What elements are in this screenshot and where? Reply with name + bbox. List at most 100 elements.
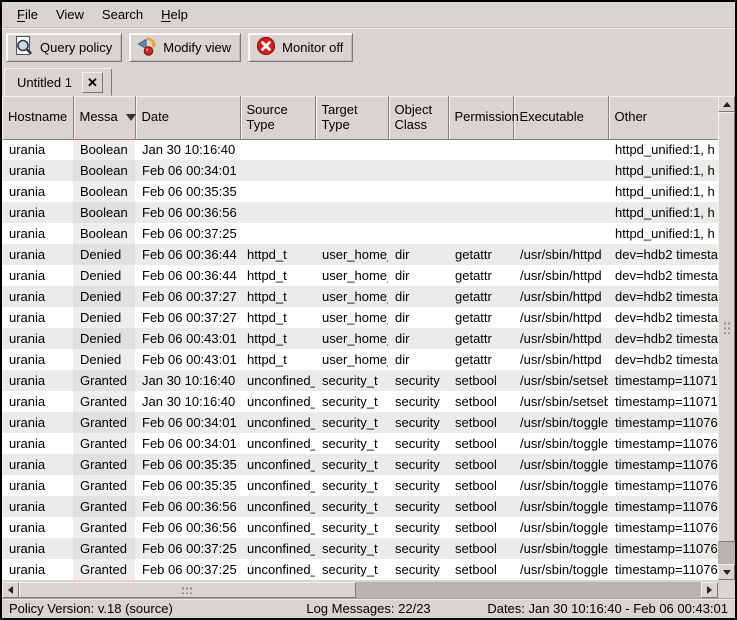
policy-version-status: Policy Version: v.18 (source) — [9, 601, 306, 616]
scroll-right-button[interactable] — [701, 582, 718, 598]
column-header-hostname[interactable]: Hostname — [2, 96, 73, 139]
column-label: Messa — [80, 109, 118, 125]
menu-search[interactable]: Search — [93, 4, 152, 25]
log-row[interactable]: uraniaDeniedFeb 06 00:37:27httpd_tuser_h… — [2, 286, 718, 307]
cell-hostname: urania — [2, 202, 73, 223]
scroll-down-button[interactable] — [718, 564, 735, 580]
cell-message: Denied — [73, 286, 135, 307]
cell-other: timestamp=11076 — [608, 538, 718, 559]
cell-hostname: urania — [2, 286, 73, 307]
column-label: Target Type — [322, 102, 358, 133]
cell-target_type: security_t — [315, 433, 388, 454]
cell-message: Boolean — [73, 160, 135, 181]
cell-object_class: security — [388, 559, 448, 580]
scroll-left-button[interactable] — [2, 582, 19, 598]
log-row[interactable]: uraniaGrantedFeb 06 00:35:35unconfined_s… — [2, 454, 718, 475]
log-row[interactable]: uraniaBooleanFeb 06 00:37:25httpd_unifie… — [2, 223, 718, 244]
log-row[interactable]: uraniaDeniedFeb 06 00:43:01httpd_tuser_h… — [2, 328, 718, 349]
vertical-scrollbar-track[interactable] — [718, 112, 735, 564]
close-icon: ✕ — [87, 76, 98, 89]
log-row[interactable]: uraniaGrantedFeb 06 00:36:56unconfined_s… — [2, 517, 718, 538]
log-row[interactable]: uraniaBooleanFeb 06 00:36:56httpd_unifie… — [2, 202, 718, 223]
horizontal-scrollbar-track[interactable] — [19, 582, 701, 598]
modify-view-label: Modify view — [163, 40, 231, 55]
cell-source_type — [240, 160, 315, 181]
cell-target_type: user_home_ — [315, 244, 388, 265]
log-row[interactable]: uraniaGrantedFeb 06 00:34:01unconfined_s… — [2, 412, 718, 433]
cell-object_class: security — [388, 475, 448, 496]
cell-hostname: urania — [2, 307, 73, 328]
log-row[interactable]: uraniaBooleanJan 30 10:16:40httpd_unifie… — [2, 139, 718, 160]
tab-untitled-1[interactable]: Untitled 1 ✕ — [4, 68, 112, 96]
menu-view[interactable]: View — [47, 4, 93, 25]
column-header-target-type[interactable]: Target Type — [315, 96, 388, 139]
menu-help[interactable]: Help — [152, 4, 197, 25]
cell-other: httpd_unified:1, h — [608, 223, 718, 244]
cell-source_type: unconfined_ — [240, 559, 315, 580]
cell-other: timestamp=11076 — [608, 559, 718, 580]
monitor-off-button[interactable]: Monitor off — [248, 33, 353, 62]
cell-other: dev=hdb2 timesta — [608, 307, 718, 328]
toolbar: Query policy Modify view Mo — [2, 28, 735, 67]
cell-executable: /usr/sbin/toggle — [513, 475, 608, 496]
cell-date: Feb 06 00:37:25 — [135, 559, 240, 580]
arrow-up-icon — [723, 102, 731, 107]
column-header-object-class[interactable]: Object Class — [388, 96, 448, 139]
log-row[interactable]: uraniaGrantedFeb 06 00:36:56unconfined_s… — [2, 496, 718, 517]
vertical-scrollbar[interactable] — [718, 96, 735, 580]
menu-file[interactable]: File — [8, 4, 47, 25]
log-row[interactable]: uraniaGrantedJan 30 10:16:40unconfined_s… — [2, 370, 718, 391]
cell-other: httpd_unified:1, h — [608, 202, 718, 223]
log-row[interactable]: uraniaGrantedFeb 06 00:37:25unconfined_s… — [2, 559, 718, 580]
log-row[interactable]: uraniaBooleanFeb 06 00:34:01httpd_unifie… — [2, 160, 718, 181]
cell-target_type — [315, 202, 388, 223]
cell-message: Denied — [73, 328, 135, 349]
vertical-scrollbar-thumb[interactable] — [718, 112, 735, 542]
query-policy-button[interactable]: Query policy — [6, 33, 122, 62]
cell-other: timestamp=11076 — [608, 517, 718, 538]
cell-source_type: httpd_t — [240, 265, 315, 286]
log-row[interactable]: uraniaDeniedFeb 06 00:36:44httpd_tuser_h… — [2, 265, 718, 286]
cell-message: Granted — [73, 454, 135, 475]
column-header-executable[interactable]: Executable — [513, 96, 608, 139]
horizontal-scrollbar-thumb[interactable] — [19, 582, 356, 598]
cell-target_type: user_home_ — [315, 349, 388, 370]
tab-close-button[interactable]: ✕ — [82, 72, 103, 93]
log-row[interactable]: uraniaGrantedFeb 06 00:37:25unconfined_s… — [2, 538, 718, 559]
modify-view-button[interactable]: Modify view — [129, 33, 241, 62]
log-row[interactable]: uraniaDeniedFeb 06 00:37:27httpd_tuser_h… — [2, 307, 718, 328]
scroll-up-button[interactable] — [718, 96, 735, 112]
cell-object_class: security — [388, 370, 448, 391]
monitor-off-label: Monitor off — [282, 40, 343, 55]
dates-status: Dates: Jan 30 10:16:40 - Feb 06 00:43:01 — [431, 601, 728, 616]
log-row[interactable]: uraniaGrantedFeb 06 00:34:01unconfined_s… — [2, 433, 718, 454]
cell-source_type — [240, 223, 315, 244]
cell-other: timestamp=11076 — [608, 475, 718, 496]
column-header-permission[interactable]: Permission — [448, 96, 513, 139]
column-header-date[interactable]: Date — [135, 96, 240, 139]
cell-target_type: security_t — [315, 370, 388, 391]
horizontal-scrollbar[interactable] — [2, 582, 718, 598]
log-row[interactable]: uraniaDeniedFeb 06 00:43:01httpd_tuser_h… — [2, 349, 718, 370]
cell-executable: /usr/sbin/httpd — [513, 244, 608, 265]
log-row[interactable]: uraniaBooleanFeb 06 00:35:35httpd_unifie… — [2, 181, 718, 202]
cell-message: Boolean — [73, 223, 135, 244]
cell-message: Boolean — [73, 202, 135, 223]
log-row[interactable]: uraniaGrantedFeb 06 00:35:35unconfined_s… — [2, 475, 718, 496]
column-header-other[interactable]: Other — [608, 96, 718, 139]
cell-object_class — [388, 202, 448, 223]
column-header-message[interactable]: Messa — [73, 96, 135, 139]
log-row[interactable]: uraniaGrantedJan 30 10:16:40unconfined_s… — [2, 391, 718, 412]
column-header-source-type[interactable]: Source Type — [240, 96, 315, 139]
cell-object_class: dir — [388, 265, 448, 286]
cell-hostname: urania — [2, 265, 73, 286]
cell-source_type: unconfined_ — [240, 433, 315, 454]
cell-date: Feb 06 00:34:01 — [135, 412, 240, 433]
cell-source_type: unconfined_ — [240, 454, 315, 475]
cell-permission: setbool — [448, 391, 513, 412]
cell-date: Feb 06 00:37:27 — [135, 286, 240, 307]
log-row[interactable]: uraniaDeniedFeb 06 00:36:44httpd_tuser_h… — [2, 244, 718, 265]
cell-hostname: urania — [2, 559, 73, 580]
cell-object_class — [388, 139, 448, 160]
cell-message: Denied — [73, 349, 135, 370]
